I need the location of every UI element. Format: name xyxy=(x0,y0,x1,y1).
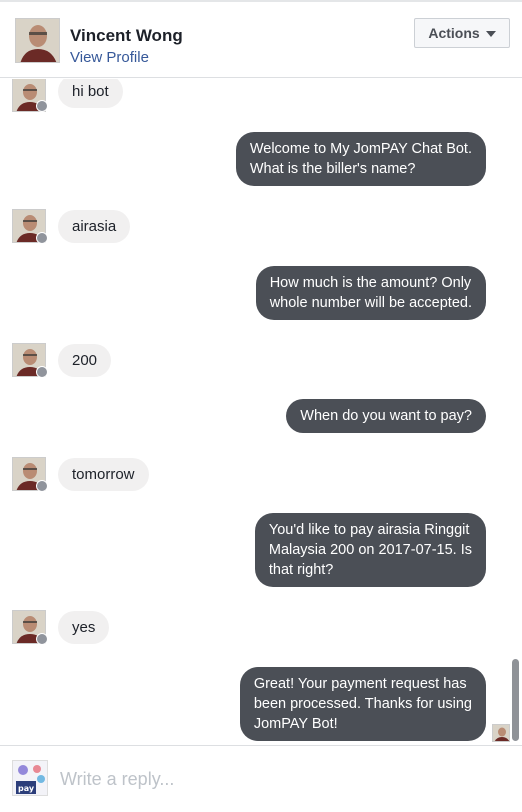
chevron-down-icon xyxy=(485,31,496,37)
jompay-logo-icon: pay xyxy=(13,761,47,795)
bot-message-bubble: How much is the amount? Only whole numbe… xyxy=(255,266,486,320)
user-message-bubble: hi bot xyxy=(58,79,123,108)
bot-message-bubble: When do you want to pay? xyxy=(286,399,486,433)
read-receipt-avatar xyxy=(492,724,510,742)
scrollbar-thumb[interactable] xyxy=(512,659,519,741)
user-message-bubble: airasia xyxy=(58,210,131,243)
messenger-badge-icon xyxy=(36,100,48,112)
user-message-bubble: yes xyxy=(58,611,110,644)
bot-message-bubble: Great! Your payment request has been pro… xyxy=(239,667,486,741)
bot-message-bubble: Welcome to My JomPAY Chat Bot. What is t… xyxy=(235,132,486,186)
reply-composer: pay xyxy=(0,745,522,812)
user-message-bubble: tomorrow xyxy=(58,458,149,491)
person-photo-icon xyxy=(16,19,59,62)
chat-window: Vincent Wong View Profile Actions hi bot… xyxy=(0,0,522,812)
person-photo-icon xyxy=(493,725,509,741)
page-avatar: pay xyxy=(12,760,48,796)
user-message-bubble: 200 xyxy=(58,344,112,377)
view-profile-link[interactable]: View Profile xyxy=(70,49,149,66)
contact-name: Vincent Wong xyxy=(70,26,183,45)
profile-avatar[interactable] xyxy=(15,18,60,63)
bot-message-bubble: You'd like to pay airasia Ringgit Malays… xyxy=(254,513,486,587)
actions-button[interactable]: Actions xyxy=(414,18,510,48)
message-list[interactable]: hi bot Welcome to My JomPAY Chat Bot. Wh… xyxy=(0,79,522,745)
chat-header: Vincent Wong View Profile Actions xyxy=(0,2,522,78)
reply-input[interactable] xyxy=(60,764,500,794)
actions-label: Actions xyxy=(428,25,480,41)
messenger-badge-icon xyxy=(36,633,48,645)
messenger-badge-icon xyxy=(36,366,48,378)
logo-text: pay xyxy=(18,784,35,793)
messenger-badge-icon xyxy=(36,480,48,492)
messenger-badge-icon xyxy=(36,232,48,244)
